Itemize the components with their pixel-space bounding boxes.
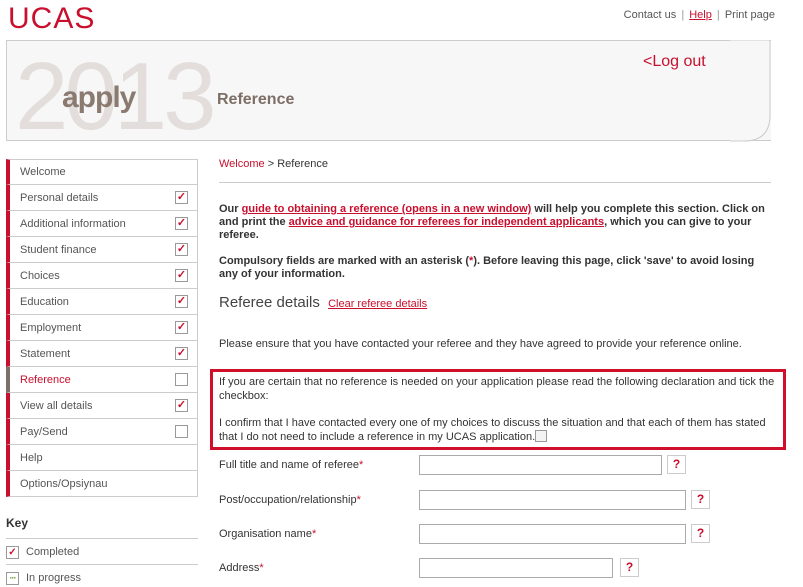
declaration-statement: I confirm that I have contacted every on…: [219, 416, 777, 444]
sidebar-item-label: Pay/Send: [20, 425, 68, 438]
sidebar-item[interactable]: Education ✓: [6, 289, 198, 315]
sidebar-item-label: Welcome: [20, 166, 66, 178]
declaration-text: I confirm that I have contacted every on…: [219, 417, 766, 443]
field-label: Organisation name*: [219, 528, 317, 540]
field-label: Full title and name of referee*: [219, 459, 364, 471]
tick-icon: ✓: [6, 546, 19, 559]
top-links: Contact us | Help | Print page: [624, 9, 775, 21]
sidebar-item[interactable]: Statement ✓: [6, 341, 198, 367]
help-link[interactable]: Help: [689, 9, 712, 21]
in-progress-icon: ···: [6, 572, 19, 585]
compulsory-text: Compulsory fields are marked with an ast…: [219, 255, 470, 267]
referee-details-heading: Referee details: [219, 294, 320, 311]
apply-logo: apply: [62, 81, 136, 114]
text-field[interactable]: [419, 455, 662, 475]
sidebar-item-label: Choices: [20, 269, 60, 282]
breadcrumb: Welcome > Reference: [219, 158, 771, 183]
advice-link[interactable]: advice and guidance for referees for ind…: [289, 216, 604, 228]
sidebar-item-label: Personal details: [20, 191, 99, 204]
key-title: Key: [6, 516, 29, 530]
tick-icon: ✓: [175, 243, 188, 256]
contact-us-link[interactable]: Contact us: [624, 9, 677, 21]
key-completed: ✓ Completed: [6, 538, 198, 564]
banner-curve: [730, 40, 771, 142]
sidebar-item[interactable]: Personal details ✓: [6, 185, 198, 211]
tick-icon: ✓: [175, 347, 188, 360]
help-icon[interactable]: ?: [667, 455, 686, 474]
logout-link[interactable]: <Log out: [643, 53, 706, 71]
page-banner: 2013 apply Reference <Log out: [6, 40, 771, 141]
sidebar-item-label: View all details: [20, 399, 93, 412]
sidebar-item-label: Options/Opsiynau: [20, 477, 108, 490]
text-field[interactable]: [419, 524, 686, 544]
page-title: Reference: [217, 91, 295, 108]
sidebar-item[interactable]: Pay/Send: [6, 419, 198, 445]
declaration-box: If you are certain that no reference is …: [210, 369, 786, 450]
help-icon[interactable]: ?: [620, 558, 639, 577]
sidebar-item-label: Education: [20, 295, 69, 308]
tick-icon: ✓: [175, 321, 188, 334]
text-field[interactable]: [419, 558, 613, 578]
compulsory-note: Compulsory fields are marked with an ast…: [219, 255, 771, 281]
intro-text: Our: [219, 203, 242, 215]
empty-checkbox-icon: [175, 425, 188, 438]
key-completed-label: Completed: [26, 545, 80, 558]
sidebar-item[interactable]: Options/Opsiynau: [6, 471, 198, 497]
text-field[interactable]: [419, 490, 686, 510]
sidebar-item-label: Additional information: [20, 217, 126, 230]
field-label: Post/occupation/relationship*: [219, 494, 361, 506]
clear-referee-link[interactable]: Clear referee details: [328, 298, 427, 310]
key-in-progress: ··· In progress: [6, 564, 198, 587]
declaration-checkbox[interactable]: [535, 430, 548, 442]
help-icon[interactable]: ?: [691, 524, 710, 543]
link-separator: |: [716, 9, 720, 21]
breadcrumb-welcome[interactable]: Welcome: [219, 158, 265, 170]
tick-icon: ✓: [175, 217, 188, 230]
field-label: Address*: [219, 562, 264, 574]
tick-icon: ✓: [175, 295, 188, 308]
tick-icon: ✓: [175, 399, 188, 412]
link-separator: |: [681, 9, 685, 21]
ucas-logo[interactable]: UCAS: [8, 2, 95, 36]
sidebar-item[interactable]: Additional information ✓: [6, 211, 198, 237]
ensure-text: Please ensure that you have contacted yo…: [219, 338, 742, 350]
sidebar-item-label: Statement: [20, 347, 71, 360]
sidebar-item-label: Help: [20, 451, 43, 464]
tick-icon: ✓: [175, 191, 188, 204]
empty-checkbox-icon: [175, 373, 188, 386]
key-legend: Key ✓ Completed ··· In progress: [6, 516, 198, 587]
sidebar-item[interactable]: View all details ✓: [6, 393, 198, 419]
section-title: Referee details Clear referee details: [219, 294, 771, 311]
sidebar-nav: Welcome Personal details ✓ Additional infor…: [6, 159, 198, 497]
sidebar-item[interactable]: Help: [6, 445, 198, 471]
sidebar-item[interactable]: Welcome: [6, 159, 198, 185]
tick-icon: ✓: [175, 269, 188, 282]
sidebar-item-label: Employment: [20, 321, 82, 334]
print-page-link[interactable]: Print page: [725, 9, 775, 21]
sidebar-item[interactable]: Choices ✓: [6, 263, 198, 289]
breadcrumb-sep: >: [267, 158, 275, 170]
intro-paragraph: Our guide to obtaining a reference (open…: [219, 203, 771, 242]
key-in-progress-label: In progress: [26, 571, 82, 584]
help-icon[interactable]: ?: [691, 490, 710, 509]
sidebar-item-label: Reference: [20, 373, 71, 386]
sidebar-item[interactable]: Student finance ✓: [6, 237, 198, 263]
breadcrumb-current: Reference: [277, 158, 328, 170]
declaration-intro: If you are certain that no reference is …: [219, 376, 775, 402]
main-content: Welcome > Reference Our guide to obtaini…: [210, 158, 786, 578]
sidebar-item[interactable]: Employment ✓: [6, 315, 198, 341]
sidebar-item[interactable]: Reference: [6, 367, 198, 393]
guide-link[interactable]: guide to obtaining a reference (opens in…: [242, 203, 532, 215]
sidebar-item-label: Student finance: [20, 243, 97, 256]
